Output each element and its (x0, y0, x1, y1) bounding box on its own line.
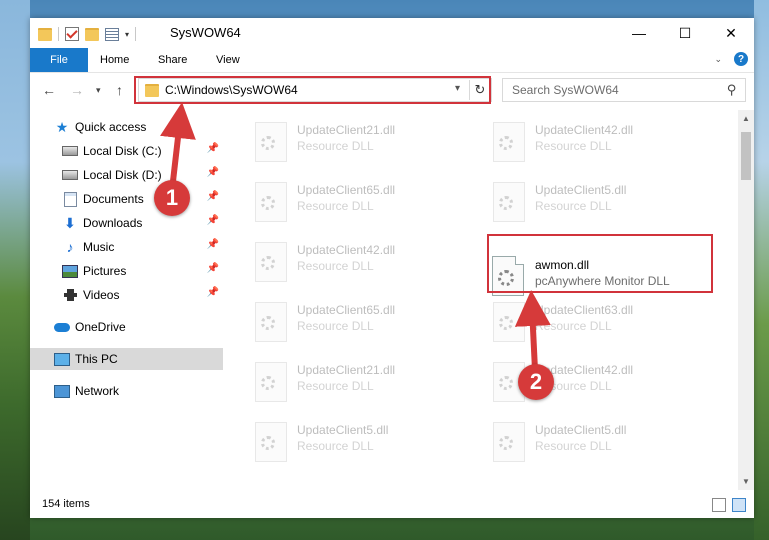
annotation-arrows (160, 102, 551, 371)
callout-badge-2: 2 (518, 364, 554, 400)
callout-badge-1: 1 (154, 180, 190, 216)
arrow-2 (514, 290, 551, 371)
